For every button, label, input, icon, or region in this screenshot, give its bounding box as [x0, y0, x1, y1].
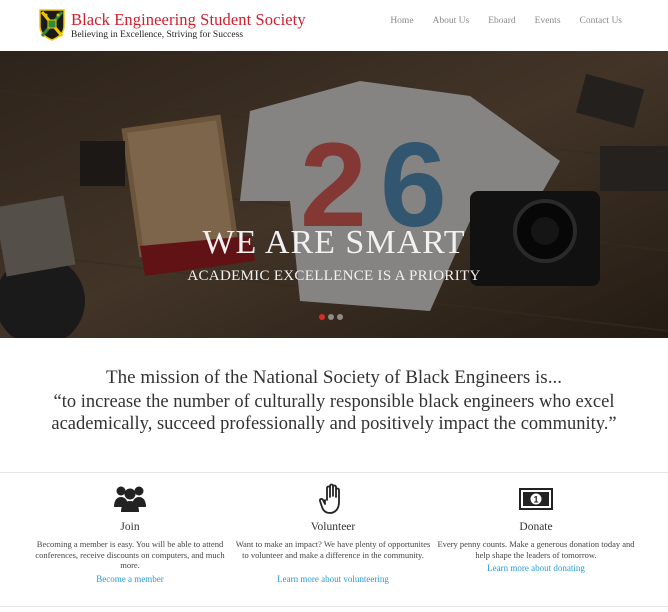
site-tagline: Believing in Excellence, Striving for Su… [71, 30, 244, 40]
mission-lead: The mission of the National Society of B… [106, 367, 562, 388]
hero-dark-overlay [0, 51, 668, 338]
site-header: Black Engineering Student Society Believ… [0, 0, 668, 51]
learn-volunteering-link[interactable]: Learn more about volunteering [233, 574, 433, 584]
join-description: Becoming a member is easy. You will be a… [35, 539, 225, 570]
hero-title: WE ARE SMART [202, 224, 466, 261]
footer-divider [0, 606, 668, 607]
mission-section: The mission of the National Society of B… [0, 338, 668, 473]
action-columns: Join Becoming a member is easy. You will… [0, 474, 668, 612]
nav-item-contact-us[interactable]: Contact Us [580, 16, 622, 26]
slider-pagination [319, 314, 343, 320]
donate-description: Every penny counts. Make a generous dona… [437, 539, 635, 560]
group-icon [114, 486, 146, 512]
volunteer-title: Volunteer [310, 521, 356, 533]
nav-item-events[interactable]: Events [535, 16, 561, 26]
raised-hand-icon [319, 483, 340, 514]
site-title[interactable]: Black Engineering Student Society [71, 10, 306, 30]
hero-slider: 2 6 WE ARE SMART ACADEMIC EXCELLENCE IS … [0, 51, 668, 338]
slider-dot-2[interactable] [328, 314, 334, 320]
learn-donating-link[interactable]: Learn more about donating [436, 563, 636, 573]
society-crest-logo[interactable] [39, 9, 65, 41]
volunteer-description: Want to make an impact? We have plenty o… [235, 539, 431, 560]
nav-item-about-us[interactable]: About Us [433, 16, 470, 26]
nav-item-eboard[interactable]: Eboard [488, 16, 515, 26]
dollar-bill-icon: 1 [519, 488, 553, 510]
donate-title: Donate [519, 521, 553, 533]
slider-dot-3[interactable] [337, 314, 343, 320]
main-nav: Home About Us Eboard Events Contact Us [371, 16, 622, 26]
slider-dot-1[interactable] [319, 314, 325, 320]
nav-item-home[interactable]: Home [390, 16, 413, 26]
hero-subtitle: ACADEMIC EXCELLENCE IS A PRIORITY [187, 268, 481, 284]
become-member-link[interactable]: Become a member [30, 574, 230, 584]
svg-text:1: 1 [533, 495, 538, 505]
mission-quote: “to increase the number of culturally re… [51, 392, 617, 434]
join-title: Join [120, 521, 140, 533]
